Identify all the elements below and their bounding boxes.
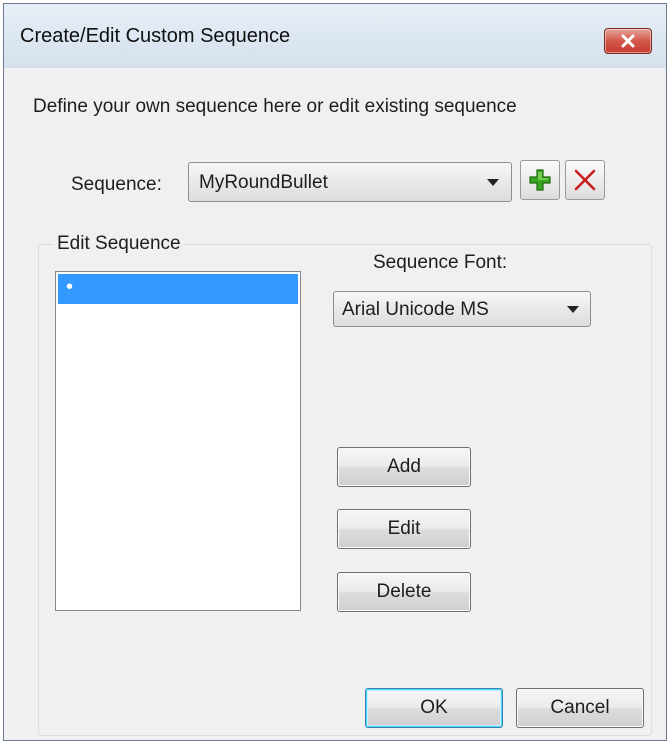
delete-button[interactable]: Delete — [337, 572, 471, 612]
list-item-text: • — [66, 276, 74, 298]
cancel-button[interactable]: Cancel — [516, 688, 644, 728]
edit-sequence-legend: Edit Sequence — [54, 233, 184, 255]
sequence-font-label: Sequence Font: — [373, 252, 508, 273]
sequence-selected-value: MyRoundBullet — [199, 172, 328, 193]
sequence-dropdown[interactable]: MyRoundBullet — [188, 162, 512, 202]
dialog-content: Define your own sequence here or edit ex… — [4, 68, 666, 740]
ok-button[interactable]: OK — [365, 688, 503, 728]
red-x-icon — [574, 169, 596, 191]
font-selected-value: Arial Unicode MS — [342, 299, 489, 320]
green-plus-icon — [529, 169, 551, 191]
intro-text: Define your own sequence here or edit ex… — [33, 96, 517, 117]
sequence-label: Sequence: — [71, 174, 162, 195]
close-icon — [621, 34, 635, 48]
dialog-title: Create/Edit Custom Sequence — [20, 25, 291, 47]
sequence-font-dropdown[interactable]: Arial Unicode MS — [333, 291, 591, 327]
close-button[interactable] — [604, 28, 652, 54]
dialog-window: Create/Edit Custom Sequence Define your … — [3, 3, 667, 741]
chevron-down-icon — [567, 306, 579, 313]
chevron-down-icon — [487, 179, 499, 186]
list-item[interactable]: • — [58, 274, 298, 304]
add-sequence-button[interactable] — [520, 160, 560, 200]
delete-sequence-button[interactable] — [565, 160, 605, 200]
sequence-item-list[interactable]: • — [55, 271, 301, 611]
title-bar[interactable]: Create/Edit Custom Sequence — [4, 4, 666, 68]
edit-button[interactable]: Edit — [337, 509, 471, 549]
add-button[interactable]: Add — [337, 447, 471, 487]
